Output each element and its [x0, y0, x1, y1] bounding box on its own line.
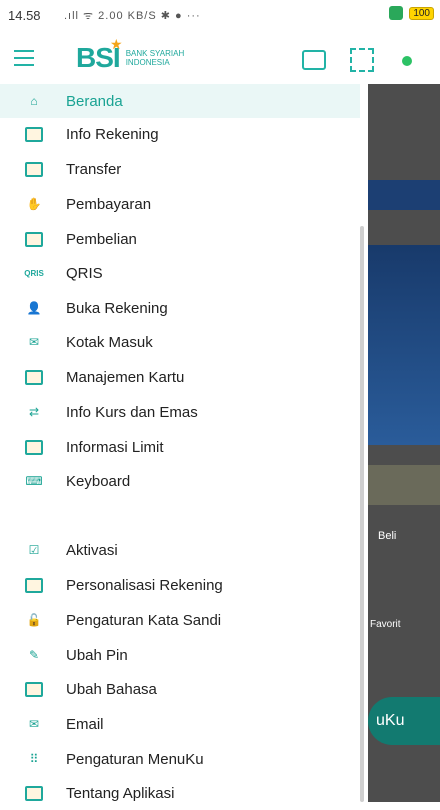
menu-item-manajemen-kartu[interactable]: Manajemen Kartu — [0, 360, 360, 394]
menu-item-ubah-pin[interactable]: ✎ Ubah Pin — [0, 638, 360, 672]
notification-mail-icon[interactable] — [302, 50, 326, 70]
battery-icon: 100 — [409, 6, 434, 20]
lock-icon: 🔓 — [26, 613, 42, 627]
menu-item-beranda[interactable]: ⌂ Beranda — [0, 84, 360, 118]
exchange-gold-icon: ⇄ — [28, 405, 40, 419]
background-beli-label: Beli — [378, 530, 397, 542]
about-icon — [24, 784, 44, 802]
inbox-icon: ✉ — [28, 335, 40, 349]
menu-item-qris[interactable]: QRIS QRIS — [0, 256, 360, 290]
menu-item-informasi-limit[interactable]: Informasi Limit — [0, 430, 360, 464]
menu-item-ubah-bahasa[interactable]: Ubah Bahasa — [0, 672, 360, 706]
payment-icon: ✋ — [26, 197, 42, 211]
card-icon — [24, 125, 44, 143]
background-favorit-label: Favorit — [370, 619, 401, 630]
navigation-drawer: ⌂ Beranda Info Rekening Transfer ✋ Pemba… — [0, 84, 368, 802]
keyboard-icon: ⌨ — [25, 474, 43, 488]
limit-icon — [24, 438, 44, 456]
menu-item-info-kurs-dan-emas[interactable]: ⇄ Info Kurs dan Emas — [0, 395, 360, 429]
menu-item-email[interactable]: ✉ Email — [0, 707, 360, 741]
language-icon — [24, 680, 44, 698]
menu-item-pengaturan-kata-sandi[interactable]: 🔓 Pengaturan Kata Sandi — [0, 603, 360, 637]
status-bar: 14.58 .ıll ᯤ 2.00 KB/S ✱ ● ··· 100 — [0, 0, 440, 32]
bsi-logo: BSI ★ BANK SYARIAH INDONESIA — [76, 36, 185, 73]
qris-icon: QRIS — [24, 268, 44, 278]
transfer-icon — [24, 160, 44, 178]
menu-item-pengaturan-menuku[interactable]: ⠿ Pengaturan MenuKu — [0, 742, 360, 776]
status-icons: .ıll ᯤ 2.00 KB/S ✱ ● ··· — [64, 10, 201, 22]
menu-item-keyboard[interactable]: ⌨ Keyboard — [0, 464, 360, 498]
background-menuku-button: uKu — [368, 697, 440, 745]
menu-item-transfer[interactable]: Transfer — [0, 152, 360, 186]
menu-item-info-rekening[interactable]: Info Rekening — [0, 117, 360, 151]
online-status-icon — [402, 56, 412, 66]
background-promo-card — [368, 465, 440, 505]
app-bar: BSI ★ BANK SYARIAH INDONESIA — [0, 32, 440, 88]
security-icon — [389, 6, 404, 20]
menu-item-tentang-aplikasi[interactable]: Tentang Aplikasi — [0, 776, 360, 810]
menuku-icon: ⠿ — [29, 752, 39, 766]
hamburger-menu-icon[interactable] — [14, 50, 34, 66]
pin-icon: ✎ — [28, 648, 40, 662]
background-promo-image — [368, 245, 440, 445]
personalize-account-icon — [24, 576, 44, 594]
home-icon: ⌂ — [30, 94, 38, 108]
qr-scan-icon[interactable] — [350, 48, 374, 72]
status-time: 14.58 — [8, 8, 41, 23]
card-management-icon — [24, 368, 44, 386]
menu-item-kotak-masuk[interactable]: ✉ Kotak Masuk — [0, 325, 360, 359]
drawer-scrollbar[interactable] — [360, 226, 364, 802]
email-icon: ✉ — [28, 717, 40, 731]
menu-item-personalisasi-rekening[interactable]: Personalisasi Rekening — [0, 568, 360, 602]
activation-icon: ☑ — [28, 543, 40, 557]
menu-item-pembelian[interactable]: Pembelian — [0, 222, 360, 256]
menu-item-aktivasi[interactable]: ☑ Aktivasi — [0, 533, 360, 567]
background-banner — [368, 180, 440, 210]
purchase-icon — [24, 230, 44, 248]
open-account-icon: 👤 — [26, 301, 42, 315]
star-icon: ★ — [110, 36, 123, 52]
menu-item-buka-rekening[interactable]: 👤 Buka Rekening — [0, 291, 360, 325]
menu-item-pembayaran[interactable]: ✋ Pembayaran — [0, 187, 360, 221]
